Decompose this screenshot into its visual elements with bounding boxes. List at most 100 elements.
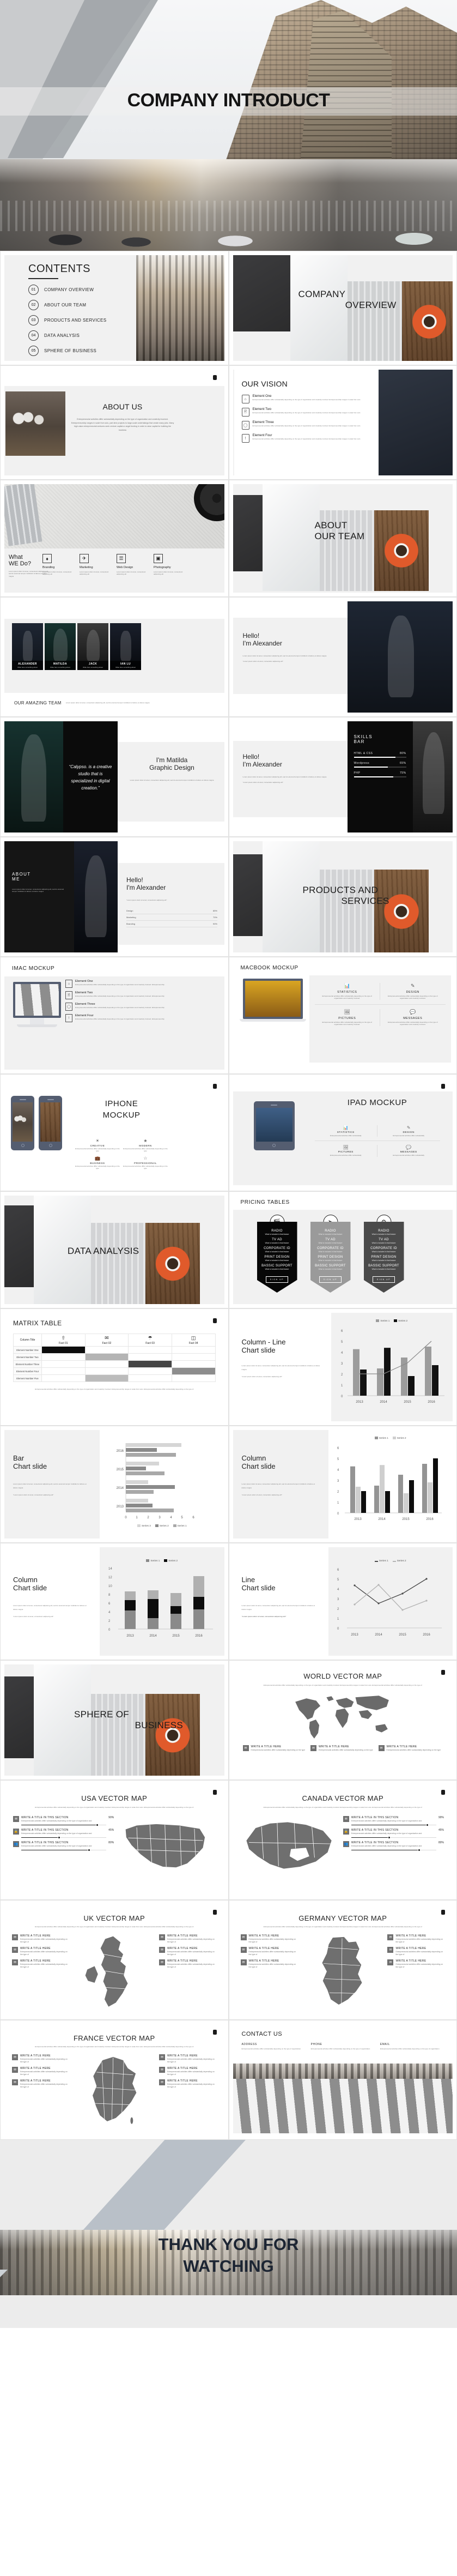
slide-world-map[interactable]: WORLD VECTOR MAP Entrepreneurial activit… [228, 1660, 457, 1780]
vision-element[interactable]: ◯ Element Three Entrepreneurial activiti… [241, 421, 371, 430]
contents-item[interactable]: 05 SPHERE OF BUSINESS [28, 346, 136, 356]
iphone-feature[interactable]: ★ MODERN Entrepreneurial activities diff… [123, 1138, 168, 1153]
slide-contents[interactable]: CONTENTS 01 COMPANY OVERVIEW 02 ABOUT OU… [0, 251, 229, 365]
map-bullet[interactable]: ✉ WRITE A TITLE HERE Entrepreneurial act… [159, 1959, 217, 1969]
map-bullet[interactable]: ✉ WRITE A TITLE HERE Entrepreneurial act… [12, 1946, 70, 1956]
slide-imac-mockup[interactable]: IMAC MOCKUP ⌂ Element One Entrepreneuria… [0, 957, 229, 1074]
map-bullet[interactable]: ✉ WRITE A TITLE HERE Entrepreneurial act… [159, 2079, 217, 2089]
map-slider-item[interactable]: 👥 WRITE A TITLE IN THIS SECTION Entrepre… [343, 1841, 444, 1851]
imac-element[interactable]: ! Element Four Entrepreneurial activitie… [65, 1014, 169, 1022]
slide-about-our-team[interactable]: ABOUT OUR TEAM [228, 480, 457, 597]
products-title-1: PRODUCTS AND [302, 885, 379, 895]
map-bullet[interactable]: ✉ WRITE A TITLE HERE Entrepreneurial act… [387, 1959, 445, 1969]
slide-hello-alexander[interactable]: Hello! I'm Alexander Lorem ipsum dolor s… [228, 597, 457, 717]
map-bullet[interactable]: ✉ WRITE A TITLE HERE Entrepreneurial act… [12, 1934, 70, 1944]
vision-element[interactable]: 🖹 Element Two Entrepreneurial activities… [241, 408, 371, 417]
signup-button[interactable]: SIGN UP [265, 1276, 289, 1283]
map-bullet[interactable]: ✉ WRITE A TITLE HERE Entrepreneurial act… [240, 1959, 298, 1969]
map-slider-item[interactable]: 👥 WRITE A TITLE IN THIS SECTION Entrepre… [13, 1841, 114, 1851]
map-bullet[interactable]: ✉ WRITE A TITLE HERE Entrepreneurial act… [387, 1946, 445, 1956]
slide-bar-chart[interactable]: Bar Chart slide Lorem ipsum dolor sit am… [0, 1426, 229, 1543]
slide-column-chart[interactable]: Column Chart slide Lorem ipsum dolor sit… [228, 1426, 457, 1543]
contents-item[interactable]: 01 COMPANY OVERVIEW [28, 285, 136, 295]
map-slider-item[interactable]: 🔒 WRITE A TITLE IN THIS SECTION Entrepre… [343, 1828, 444, 1839]
slide-uk-map[interactable]: UK VECTOR MAP Entrepreneurial activities… [0, 1900, 229, 2020]
slide-canada-map[interactable]: CANADA VECTOR MAP Entrepreneurial activi… [228, 1780, 457, 1900]
slide-line-chart[interactable]: Line Chart slide Lorem ipsum dolor sit a… [228, 1543, 457, 1660]
slide-column-line-chart[interactable]: Column - Line Chart slide Lorem ipsum do… [228, 1308, 457, 1426]
slide-what-we-do[interactable]: What WE Do? Lorem ipsum dolor sit amet, … [0, 480, 229, 597]
signup-button[interactable]: SIGN UP [372, 1276, 395, 1283]
slide-products-services[interactable]: PRODUCTS AND SERVICES [228, 837, 457, 957]
map-bullet[interactable]: ✉ WRITE A TITLE HERE Entrepreneurial act… [12, 2066, 70, 2076]
signup-button[interactable]: SIGN UP [319, 1276, 342, 1283]
team-member-card[interactable]: MATILDA Write here something about [45, 623, 76, 670]
slide-germany-map[interactable]: GERMANY VECTOR MAP Entrepreneurial activ… [228, 1900, 457, 2020]
contact-column[interactable]: EMAIL Entrepreneurial activities differ … [380, 2043, 444, 2050]
iphone-feature[interactable]: 💼 BUSINESS Entrepreneurial activities di… [75, 1156, 120, 1170]
progress-slider[interactable] [21, 1836, 107, 1839]
team-member-card[interactable]: JACK Write here something about [77, 623, 108, 670]
pricing-plan[interactable]: ⚙ RADIO What is included in that feature… [363, 1215, 404, 1293]
overview-title-line2: OVERVIEW [345, 300, 397, 310]
slide-about-me[interactable]: ABOUT ME Lorem ipsum dolor sit amet, con… [0, 837, 229, 957]
imac-element[interactable]: ⌂ Element One Entrepreneurial activities… [65, 980, 169, 988]
world-map-bullet[interactable]: ✉ WRITE A TITLE HERE Entrepreneurial act… [378, 1745, 443, 1752]
contact-column[interactable]: ADDRESS Entrepreneurial activities diffe… [242, 2043, 306, 2050]
contact-column[interactable]: PHONE Entrepreneurial activities differ … [311, 2043, 375, 2050]
vision-element[interactable]: ⌂ Element One Entrepreneurial activities… [241, 395, 371, 403]
service-photography[interactable]: ▣ Photography Lorem ipsum dolor sit amet… [154, 554, 187, 576]
slide-ipad-mockup[interactable]: IPAD MOCKUP 📊 STATISTICS Entrepreneurial… [228, 1074, 457, 1191]
map-bullet[interactable]: ✉ WRITE A TITLE HERE Entrepreneurial act… [12, 2054, 70, 2064]
map-slider-item[interactable]: ✉ WRITE A TITLE IN THIS SECTION Entrepre… [343, 1815, 444, 1826]
mail-icon: ✉ [343, 1815, 349, 1822]
iphone-feature[interactable]: ☆ PROFESSIONAL Entrepreneurial activitie… [123, 1156, 168, 1170]
iphone-feature[interactable]: ☀ CREATIVE Entrepreneurial activities di… [75, 1138, 120, 1153]
slide-pricing-tables[interactable]: PRICING TABLES 🎬 RADIO What is included … [228, 1191, 457, 1308]
pricing-plan[interactable]: ➤ RADIO What is included in that feature… [310, 1215, 351, 1293]
map-bullet[interactable]: ✉ WRITE A TITLE HERE Entrepreneurial act… [12, 1959, 70, 1969]
map-bullet[interactable]: ✉ WRITE A TITLE HERE Entrepreneurial act… [387, 1934, 445, 1944]
service-web-design[interactable]: ☰ Web Design Lorem ipsum dolor sit amet,… [117, 554, 150, 576]
service-marketing[interactable]: ✈ Marketing Lorem ipsum dolor sit amet, … [80, 554, 113, 576]
map-bullet[interactable]: ✉ WRITE A TITLE HERE Entrepreneurial act… [159, 2066, 217, 2076]
map-bullet[interactable]: ✉ WRITE A TITLE HERE Entrepreneurial act… [240, 1946, 298, 1956]
slide-macbook-mockup[interactable]: MACBOOK MOCKUP 📊 STATISTICS Entrepreneur… [228, 957, 457, 1074]
imac-element[interactable]: ◯ Element Three Entrepreneurial activiti… [65, 1003, 169, 1011]
slide-stacked-column-chart[interactable]: Column Chart slide Lorem ipsum dolor sit… [0, 1543, 229, 1660]
contents-item[interactable]: 04 DATA ANALYSIS [28, 330, 136, 341]
slide-france-map[interactable]: FRANCE VECTOR MAP Entrepreneurial activi… [0, 2020, 229, 2140]
map-slider-item[interactable]: 🔒 WRITE A TITLE IN THIS SECTION Entrepre… [13, 1828, 114, 1839]
slide-iphone-mockup[interactable]: IPHONE MOCKUP ☀ CREATIVE Entrepreneurial… [0, 1074, 229, 1191]
pricing-plan[interactable]: 🎬 RADIO What is included in that feature… [257, 1215, 297, 1293]
map-bullet[interactable]: ✉ WRITE A TITLE HERE Entrepreneurial act… [12, 2079, 70, 2089]
vision-element[interactable]: ! Element Four Entrepreneurial activitie… [241, 434, 371, 443]
contents-item[interactable]: 02 ABOUT OUR TEAM [28, 300, 136, 310]
progress-slider[interactable] [351, 1836, 436, 1839]
map-bullet[interactable]: ✉ WRITE A TITLE HERE Entrepreneurial act… [159, 1934, 217, 1944]
slide-company-overview[interactable]: COMPANY OVERVIEW [228, 251, 457, 365]
slide-team-grid[interactable]: ALEXANDER Write here something about MAT… [0, 597, 229, 717]
slide-contact-us[interactable]: CONTACT US ADDRESS Entrepreneurial activ… [228, 2020, 457, 2140]
imac-element[interactable]: 🖹 Element Two Entrepreneurial activities… [65, 991, 169, 999]
slide-our-vision[interactable]: OUR VISION ⌂ Element One Entrepreneurial… [228, 365, 457, 480]
slide-about-us[interactable]: ABOUT US Entrepreneurial activities diff… [0, 365, 229, 480]
slide-matrix-table[interactable]: MATRIX TABLE Column Title ⇧ Fact 01 ✉ Fact… [0, 1308, 229, 1426]
map-bullet[interactable]: ✉ WRITE A TITLE HERE Entrepreneurial act… [159, 1946, 217, 1956]
slide-matilda[interactable]: “Calypso. is a creative studio that is s… [0, 717, 229, 837]
team-member-card[interactable]: ALEXANDER Write here something about [12, 623, 43, 670]
map-slider-item[interactable]: ✉ WRITE A TITLE IN THIS SECTION Entrepre… [13, 1815, 114, 1826]
contents-item[interactable]: 03 PRODUCTS AND SERVICES [28, 315, 136, 325]
slide-hello-alexander-skills[interactable]: Hello! I'm Alexander Lorem ipsum dolor s… [228, 717, 457, 837]
world-map-bullet[interactable]: ✉ WRITE A TITLE HERE Entrepreneurial act… [242, 1745, 308, 1752]
team-member-card[interactable]: IAN LU Write here something about [110, 623, 141, 670]
slide-sphere-of-business[interactable]: SPHERE OF BUSINESS [0, 1660, 229, 1780]
map-bullet[interactable]: ✉ WRITE A TITLE HERE Entrepreneurial act… [240, 1934, 298, 1944]
world-map-bullet[interactable]: ✉ WRITE A TITLE HERE Entrepreneurial act… [310, 1745, 375, 1752]
svg-text:5: 5 [337, 1458, 339, 1461]
slide-usa-map[interactable]: USA VECTOR MAP Entrepreneurial activitie… [0, 1780, 229, 1900]
map-bullet[interactable]: ✉ WRITE A TITLE HERE Entrepreneurial act… [159, 2054, 217, 2064]
data-photo-chair [4, 1205, 34, 1287]
service-branding[interactable]: ♦ Branding Lorem ipsum dolor sit amet, c… [42, 554, 76, 576]
slide-data-analysis[interactable]: DATA ANALYSIS [0, 1191, 229, 1308]
